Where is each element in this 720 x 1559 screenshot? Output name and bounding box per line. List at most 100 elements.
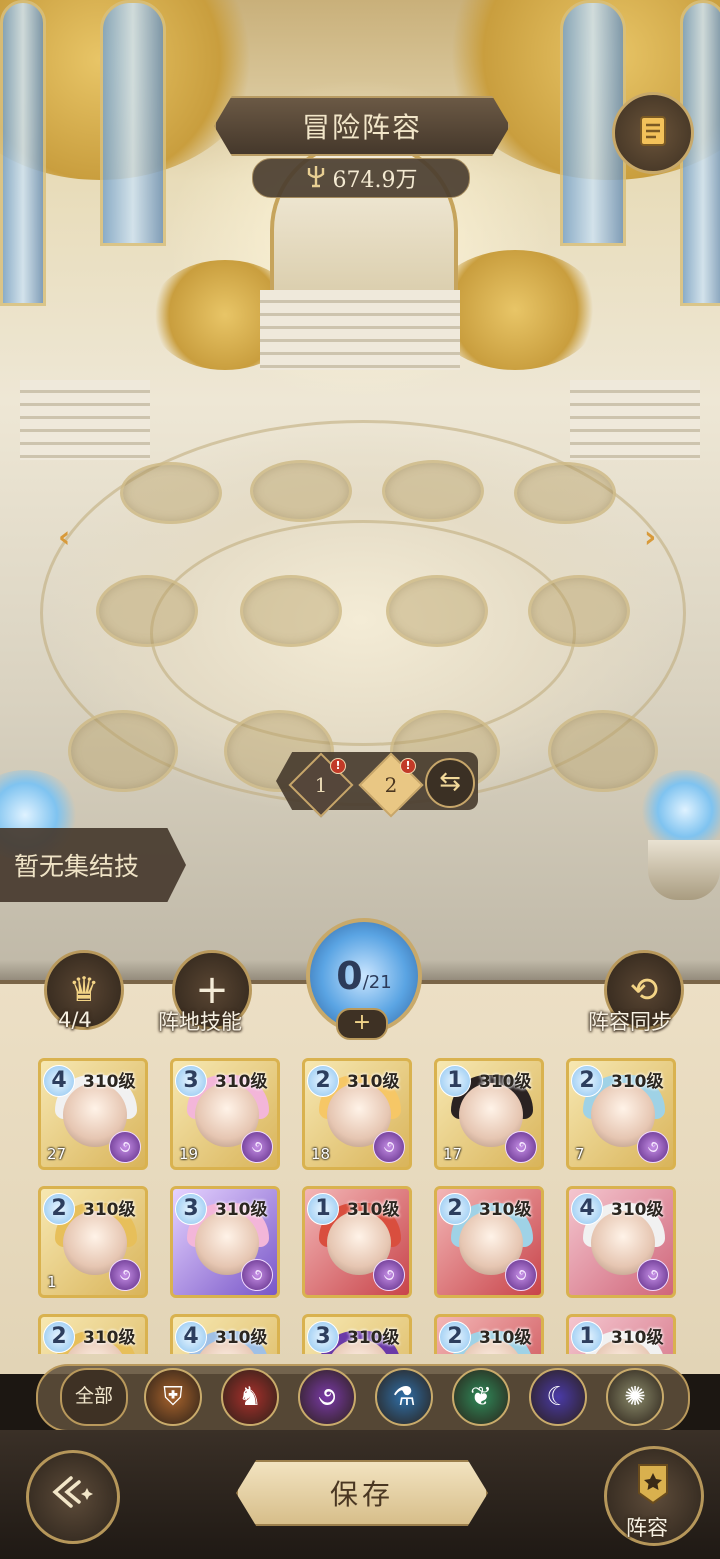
team-power: 674.9万	[252, 158, 470, 198]
trident-icon	[305, 164, 327, 192]
hero-level: 310级	[83, 1072, 136, 1092]
hero-copies: 27	[47, 1145, 67, 1163]
hero-copies: 19	[179, 1145, 199, 1163]
scroll-left-icon[interactable]: ‹	[58, 520, 70, 555]
hero-card[interactable]: 2310级૭	[434, 1186, 544, 1298]
swap-arrows-icon: ⇆	[439, 767, 461, 797]
hero-level: 310级	[479, 1072, 532, 1092]
horse-faction-icon[interactable]: ♞	[221, 1368, 279, 1426]
combo-skill-label: 暂无集结技	[14, 852, 140, 881]
formation-slot[interactable]	[240, 575, 342, 647]
hero-card[interactable]: 1 310级 17 ૭	[434, 1058, 544, 1170]
hero-stars: 4	[175, 1321, 207, 1353]
swirl-faction-icon: ૭	[241, 1259, 273, 1291]
formation-slot[interactable]	[250, 460, 352, 522]
hero-card[interactable]: 4 310级 27 ૭	[38, 1058, 148, 1170]
hero-stars: 2	[439, 1321, 471, 1353]
sync-icon: ⟲	[629, 970, 659, 1010]
save-button[interactable]: 保存	[236, 1460, 488, 1526]
alert-badge: !	[400, 758, 416, 774]
hero-card[interactable]: 4310级૭	[170, 1314, 280, 1354]
deployed-count: 0	[336, 954, 363, 998]
swirl-faction-icon: ૭	[373, 1259, 405, 1291]
hero-stars: 2	[43, 1321, 75, 1353]
hero-level: 310级	[83, 1200, 136, 1220]
hero-grid: 4 310级 27 ૭ 3 310级 19 ૭ 2 310级 18 ૭ 1 310级 17 ૭ 2 310级 7 ૭ 2…	[38, 1058, 684, 1354]
lineup-label: 阵容	[626, 1516, 668, 1540]
hero-card[interactable]: 2 310级 7 ૭	[566, 1058, 676, 1170]
page-title-plate: 冒险阵容	[214, 96, 510, 156]
hero-level: 310级	[83, 1328, 136, 1348]
back-button[interactable]	[26, 1450, 120, 1544]
hero-copies: 7	[575, 1145, 585, 1163]
faction-count: 4/4	[58, 1008, 92, 1032]
swirl-faction-icon[interactable]: ૭	[298, 1368, 356, 1426]
hero-level: 310级	[479, 1200, 532, 1220]
sun-faction-icon[interactable]: ✺	[606, 1368, 664, 1426]
field-skill-label: 阵地技能	[158, 1010, 242, 1034]
hero-level: 310级	[215, 1328, 268, 1348]
formation-slot[interactable]	[528, 575, 630, 647]
swirl-faction-icon: ૭	[241, 1131, 273, 1163]
formation-slot[interactable]	[548, 710, 658, 792]
hero-stars: 2	[571, 1065, 603, 1097]
shield-faction-icon[interactable]: ⛨	[144, 1368, 202, 1426]
formation-slot[interactable]	[96, 575, 198, 647]
hero-copies: 18	[311, 1145, 331, 1163]
formation-slot[interactable]	[386, 575, 488, 647]
moon-faction-icon[interactable]: ☾	[529, 1368, 587, 1426]
swirl-faction-icon: ૭	[505, 1259, 537, 1291]
hero-level: 310级	[215, 1200, 268, 1220]
hero-copies: 1	[47, 1273, 57, 1291]
hero-card[interactable]: 2 310级 18 ૭	[302, 1058, 412, 1170]
hero-card[interactable]: 1 310级 ૭	[302, 1186, 412, 1298]
formation-slot[interactable]	[68, 710, 178, 792]
deployed-max: /21	[362, 971, 392, 993]
swirl-faction-icon: ૭	[373, 1131, 405, 1163]
hero-card[interactable]: 3 310级 19 ૭	[170, 1058, 280, 1170]
banner-icon	[635, 1463, 671, 1509]
hero-card[interactable]: 3 310级 ૭	[170, 1186, 280, 1298]
potion-faction-icon[interactable]: ⚗	[375, 1368, 433, 1426]
alert-badge: !	[330, 758, 346, 774]
hero-card[interactable]: 3310级૭	[302, 1314, 412, 1354]
hero-stars: 3	[175, 1065, 207, 1097]
page-title: 冒险阵容	[301, 111, 422, 144]
scroll-menu-icon	[633, 111, 673, 155]
leaf-faction-icon[interactable]: ❦	[452, 1368, 510, 1426]
combo-skill-panel[interactable]: 暂无集结技	[0, 828, 186, 902]
hero-card[interactable]: 2 310级 1 ૭	[38, 1186, 148, 1298]
lineup-sync-label: 阵容同步	[588, 1010, 672, 1034]
hero-stars: 1	[439, 1065, 471, 1097]
hero-stars: 3	[175, 1193, 207, 1225]
hero-card[interactable]: 2310级૭	[38, 1314, 148, 1354]
swirl-faction-icon: ૭	[109, 1259, 141, 1291]
hero-stars: 1	[571, 1321, 603, 1353]
swap-team-button[interactable]: ⇆	[425, 758, 475, 808]
filter-all-button[interactable]: 全部	[60, 1368, 128, 1426]
formation-slot[interactable]	[382, 460, 484, 522]
hero-level: 310级	[611, 1072, 664, 1092]
lineup-menu-button[interactable]	[612, 92, 694, 174]
hero-card[interactable]: 4310级૭	[566, 1186, 676, 1298]
hero-card[interactable]: 2310级૭	[434, 1314, 544, 1354]
hero-copies: 17	[443, 1145, 463, 1163]
hero-level: 310级	[611, 1200, 664, 1220]
swirl-faction-icon: ૭	[637, 1259, 669, 1291]
formation-slot[interactable]	[120, 462, 222, 524]
hero-stars: 2	[307, 1065, 339, 1097]
hero-stars: 3	[307, 1321, 339, 1353]
swirl-faction-icon: ૭	[637, 1131, 669, 1163]
hero-stars: 1	[307, 1193, 339, 1225]
save-label: 保存	[329, 1478, 394, 1511]
scroll-right-icon[interactable]: ›	[644, 520, 656, 555]
hero-stars: 2	[43, 1193, 75, 1225]
swirl-faction-icon: ૭	[505, 1131, 537, 1163]
formation-slot[interactable]	[514, 462, 616, 524]
faction-filter-bar	[36, 1364, 690, 1432]
team-power-value: 674.9万	[332, 168, 418, 193]
hero-card[interactable]: 1310级૭	[566, 1314, 676, 1354]
hero-level: 310级	[215, 1072, 268, 1092]
expand-slots-button[interactable]: +	[336, 1008, 388, 1040]
hero-level: 310级	[347, 1200, 400, 1220]
